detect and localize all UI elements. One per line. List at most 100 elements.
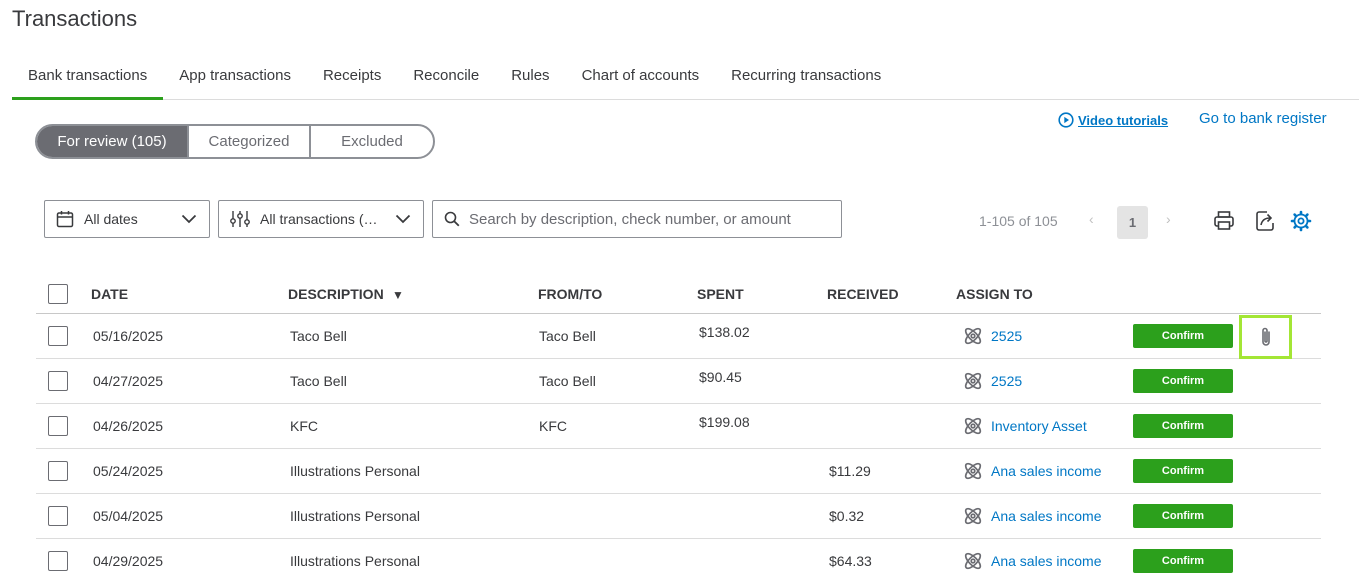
- row-select-checkbox[interactable]: [48, 551, 68, 571]
- assign-to-account: Ana sales income: [991, 463, 1102, 479]
- confirm-button[interactable]: Confirm: [1133, 459, 1233, 483]
- table-header-row: DATE DESCRIPTION ▼ FROM/TO SPENT RECEIVE…: [36, 274, 1321, 314]
- table-row: 05/04/2025 Illustrations Personal $0.32 …: [36, 494, 1321, 539]
- assign-to-selector[interactable]: Ana sales income: [962, 505, 1102, 527]
- tab-receipts[interactable]: Receipts: [307, 64, 397, 99]
- current-page-indicator[interactable]: 1: [1117, 206, 1148, 239]
- row-description: Illustrations Personal: [290, 463, 420, 479]
- assign-to-account: Ana sales income: [991, 508, 1102, 524]
- tab-rules[interactable]: Rules: [495, 64, 565, 99]
- go-to-bank-register-link[interactable]: Go to bank register: [1199, 110, 1327, 127]
- transaction-type-filter-dropdown[interactable]: All transactions (…: [218, 200, 424, 238]
- row-received: $0.32: [829, 508, 865, 524]
- table-row: 04/27/2025 Taco Bell Taco Bell $90.45 25…: [36, 359, 1321, 404]
- column-header-date[interactable]: DATE: [91, 286, 128, 302]
- row-description: Illustrations Personal: [290, 553, 420, 569]
- segment-excluded[interactable]: Excluded: [309, 126, 433, 157]
- next-page-button[interactable]: ›: [1166, 211, 1171, 227]
- sliders-icon: [230, 210, 250, 228]
- row-date: 05/24/2025: [93, 463, 164, 479]
- column-header-assign-to[interactable]: ASSIGN TO: [956, 286, 1033, 302]
- row-description: Taco Bell: [290, 373, 347, 389]
- column-header-description[interactable]: DESCRIPTION: [288, 286, 384, 302]
- confirm-button[interactable]: Confirm: [1133, 504, 1233, 528]
- row-select-checkbox[interactable]: [48, 461, 68, 481]
- column-header-spent[interactable]: SPENT: [697, 286, 744, 302]
- date-filter-dropdown[interactable]: All dates: [44, 200, 210, 238]
- assign-to-selector[interactable]: Inventory Asset: [962, 415, 1087, 437]
- assign-to-selector[interactable]: 2525: [962, 370, 1022, 392]
- chevron-down-icon: [395, 214, 411, 224]
- row-spent: $90.45: [699, 369, 742, 385]
- paperclip-icon: [1261, 327, 1270, 346]
- row-date: 04/27/2025: [93, 373, 164, 389]
- calendar-icon: [56, 210, 74, 228]
- select-all-checkbox[interactable]: [48, 284, 68, 304]
- row-description: Taco Bell: [290, 328, 347, 344]
- sort-descending-icon[interactable]: ▼: [392, 288, 404, 302]
- assign-to-account: 2525: [991, 373, 1023, 389]
- row-select-checkbox[interactable]: [48, 371, 68, 391]
- tab-chart-of-accounts[interactable]: Chart of accounts: [566, 64, 716, 99]
- confirm-button[interactable]: Confirm: [1133, 414, 1233, 438]
- row-date: 05/04/2025: [93, 508, 164, 524]
- assign-to-selector[interactable]: Ana sales income: [962, 550, 1102, 572]
- row-select-checkbox[interactable]: [48, 506, 68, 526]
- ai-suggestion-icon: [962, 505, 984, 527]
- page-title: Transactions: [12, 6, 138, 31]
- settings-gear-icon[interactable]: [1289, 209, 1313, 233]
- row-date: 05/16/2025: [93, 328, 164, 344]
- table-row: 04/26/2025 KFC KFC $199.08 Inventory Ass…: [36, 404, 1321, 449]
- previous-page-button[interactable]: ‹: [1089, 211, 1094, 227]
- tab-recurring-transactions[interactable]: Recurring transactions: [715, 64, 897, 99]
- ai-suggestion-icon: [962, 550, 984, 572]
- row-from-to: Taco Bell: [539, 373, 596, 389]
- review-status-toggle: For review (105) Categorized Excluded: [35, 124, 435, 159]
- tab-reconcile[interactable]: Reconcile: [397, 64, 495, 99]
- attachment-button[interactable]: [1239, 315, 1292, 359]
- confirm-button[interactable]: Confirm: [1133, 549, 1233, 573]
- tab-bank-transactions[interactable]: Bank transactions: [12, 64, 164, 100]
- table-row: 04/29/2025 Illustrations Personal $64.33…: [36, 539, 1321, 582]
- assign-to-selector[interactable]: 2525: [962, 325, 1022, 347]
- row-date: 04/26/2025: [93, 418, 164, 434]
- date-filter-label: All dates: [84, 211, 138, 227]
- row-spent: $138.02: [699, 324, 750, 340]
- row-from-to: KFC: [539, 418, 567, 434]
- assign-to-account: 2525: [991, 328, 1023, 344]
- table-row: 05/24/2025 Illustrations Personal $11.29…: [36, 449, 1321, 494]
- row-select-checkbox[interactable]: [48, 326, 68, 346]
- row-received: $64.33: [829, 553, 872, 569]
- confirm-button[interactable]: Confirm: [1133, 324, 1233, 348]
- export-icon[interactable]: [1253, 209, 1277, 233]
- tab-bar: Bank transactions App transactions Recei…: [12, 64, 1359, 100]
- row-received: $11.29: [829, 463, 871, 479]
- video-tutorials-label: Video tutorials: [1078, 112, 1169, 128]
- column-header-from-to[interactable]: FROM/TO: [538, 286, 602, 302]
- chevron-down-icon: [181, 214, 197, 224]
- row-description: KFC: [290, 418, 318, 434]
- tab-app-transactions[interactable]: App transactions: [163, 64, 307, 99]
- search-box: [432, 200, 842, 238]
- row-select-checkbox[interactable]: [48, 416, 68, 436]
- table-row: 05/16/2025 Taco Bell Taco Bell $138.02 2…: [36, 314, 1321, 359]
- ai-suggestion-icon: [962, 415, 984, 437]
- row-date: 04/29/2025: [93, 553, 164, 569]
- assign-to-account: Ana sales income: [991, 553, 1102, 569]
- segment-categorized[interactable]: Categorized: [187, 126, 309, 157]
- video-tutorials-link[interactable]: Video tutorials: [1058, 112, 1168, 128]
- column-header-received[interactable]: RECEIVED: [827, 286, 899, 302]
- ai-suggestion-icon: [962, 460, 984, 482]
- assign-to-selector[interactable]: Ana sales income: [962, 460, 1102, 482]
- search-icon: [444, 211, 460, 227]
- row-description: Illustrations Personal: [290, 508, 420, 524]
- transaction-type-filter-label: All transactions (…: [260, 211, 378, 227]
- search-input[interactable]: [469, 210, 839, 228]
- segment-for-review[interactable]: For review (105): [37, 126, 187, 157]
- pagination-summary: 1-105 of 105: [979, 213, 1058, 229]
- print-icon[interactable]: [1212, 209, 1236, 233]
- confirm-button[interactable]: Confirm: [1133, 369, 1233, 393]
- ai-suggestion-icon: [962, 325, 984, 347]
- play-circle-icon: [1058, 112, 1074, 128]
- ai-suggestion-icon: [962, 370, 984, 392]
